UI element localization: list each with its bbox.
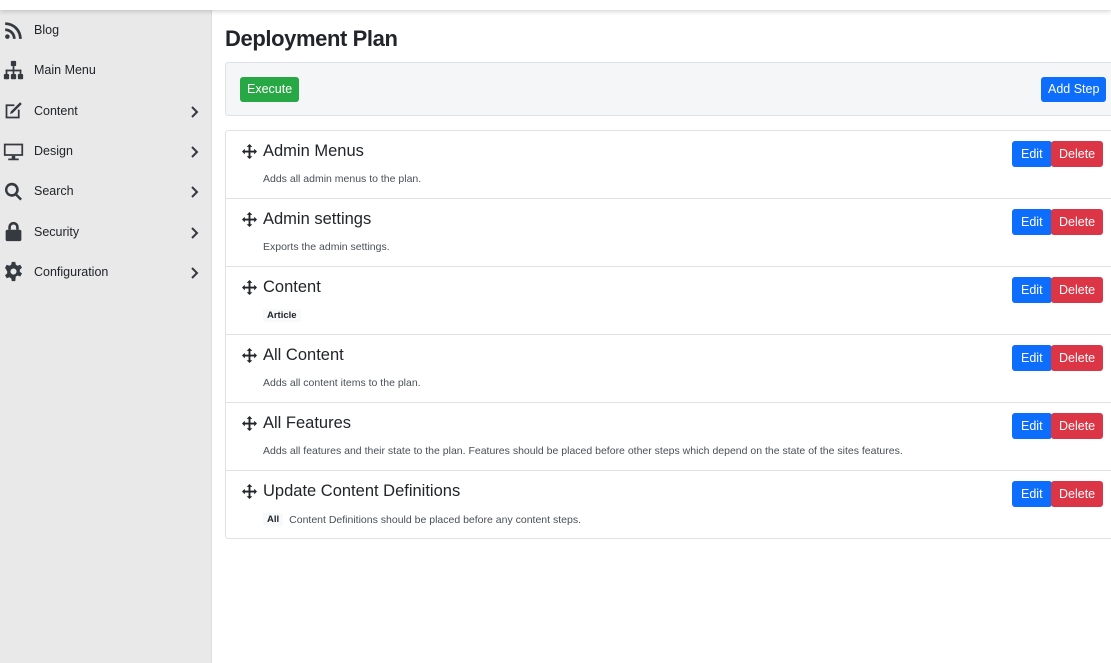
edit-button[interactable]: Edit (1012, 277, 1052, 303)
edit-button[interactable]: Edit (1012, 345, 1052, 371)
sidebar-item-label: Design (34, 144, 73, 159)
edit-button[interactable]: Edit (1012, 413, 1052, 439)
step-description: Adds all features and their state to the… (263, 445, 903, 457)
list-item: All Features Adds all features and their… (226, 403, 1111, 471)
sitemap-icon (2, 59, 24, 81)
step-description: Adds all admin menus to the plan. (263, 173, 421, 185)
execute-button[interactable]: Execute (240, 77, 300, 102)
chevron-right-icon (189, 145, 199, 158)
step-title: All Features (263, 414, 352, 432)
step-description-text: Adds all features and their state to the… (263, 445, 903, 457)
sidebar-item-label: Content (34, 103, 78, 118)
sidebar-item-label: Search (34, 184, 74, 199)
chevron-right-icon (189, 266, 199, 279)
delete-button[interactable]: Delete (1051, 141, 1104, 167)
sidebar: Blog Main Menu Content Design Search Sec… (0, 10, 212, 663)
step-title: Update Content Definitions (263, 482, 461, 500)
edit-icon (2, 100, 24, 122)
step-badge: Article (263, 309, 301, 322)
move-icon[interactable] (242, 484, 257, 499)
top-bar (0, 0, 1111, 10)
page-title: Deployment Plan (225, 26, 398, 51)
delete-button[interactable]: Delete (1051, 277, 1104, 303)
toolbar: Execute Add Step (225, 62, 1111, 116)
step-description-text: Content Definitions should be placed bef… (289, 513, 581, 526)
list-item: Admin Menus Adds all admin menus to the … (226, 131, 1111, 199)
list-item: Admin settings Exports the admin setting… (226, 199, 1111, 267)
sidebar-item-blog[interactable]: Blog (0, 10, 211, 50)
sidebar-item-configuration[interactable]: Configuration (0, 252, 211, 292)
sidebar-item-label: Configuration (34, 264, 109, 279)
list-item: Update Content Definitions All Content De… (226, 471, 1111, 538)
sidebar-item-label: Main Menu (34, 63, 96, 78)
move-icon[interactable] (242, 416, 257, 431)
sidebar-item-main-menu[interactable]: Main Menu (0, 50, 211, 90)
move-icon[interactable] (242, 280, 257, 295)
chevron-right-icon (189, 185, 199, 199)
edit-button[interactable]: Edit (1012, 481, 1052, 507)
step-description: Adds all content items to the plan. (263, 377, 421, 389)
add-step-button[interactable]: Add Step (1041, 77, 1107, 102)
move-icon[interactable] (242, 348, 257, 363)
sidebar-item-content[interactable]: Content (0, 91, 211, 131)
step-title: Admin Menus (263, 142, 364, 160)
sidebar-item-label: Blog (34, 23, 60, 38)
gear-icon (2, 261, 24, 283)
chevron-right-icon (189, 226, 199, 239)
sidebar-item-security[interactable]: Security (0, 211, 211, 251)
delete-button[interactable]: Delete (1051, 209, 1104, 235)
step-description: All Content Definitions should be placed … (263, 513, 581, 526)
delete-button[interactable]: Delete (1051, 345, 1104, 371)
sidebar-item-search[interactable]: Search (0, 171, 211, 211)
sidebar-item-design[interactable]: Design (0, 131, 211, 171)
steps-list: Admin Menus Adds all admin menus to the … (225, 130, 1111, 539)
sidebar-item-label: Security (34, 224, 80, 239)
step-description-text: Adds all content items to the plan. (263, 377, 421, 389)
step-description-text: Exports the admin settings. (263, 241, 390, 253)
move-icon[interactable] (242, 212, 257, 227)
move-icon[interactable] (242, 144, 257, 159)
step-title: All Content (263, 346, 344, 364)
list-item: Content Article Edit Delete (226, 267, 1111, 335)
step-description: Exports the admin settings. (263, 241, 390, 253)
step-badge: All (263, 513, 284, 526)
rss-icon (2, 19, 24, 41)
edit-button[interactable]: Edit (1012, 141, 1052, 167)
step-title: Content (263, 278, 321, 296)
step-title: Admin settings (263, 210, 372, 228)
step-description-text: Adds all admin menus to the plan. (263, 173, 422, 185)
delete-button[interactable]: Delete (1051, 481, 1104, 507)
desktop-icon (2, 140, 24, 162)
step-description: Article (263, 309, 307, 322)
delete-button[interactable]: Delete (1051, 413, 1104, 439)
edit-button[interactable]: Edit (1012, 209, 1052, 235)
list-item: All Content Adds all content items to th… (226, 335, 1111, 403)
lock-icon (2, 221, 24, 243)
chevron-right-icon (189, 105, 199, 118)
search-icon (2, 180, 24, 202)
